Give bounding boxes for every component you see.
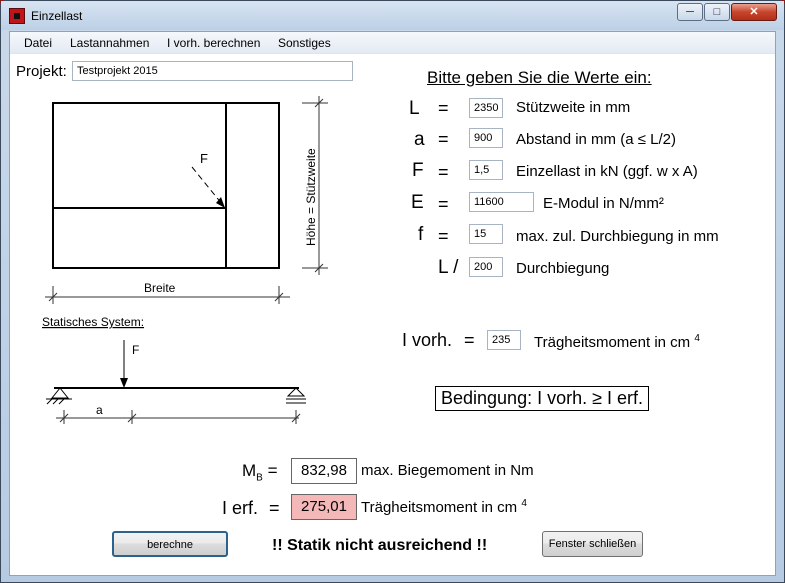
title-bar[interactable]: Einzellast ─ □ ✕ bbox=[1, 1, 784, 30]
equals-l: = bbox=[438, 98, 449, 118]
force-label: F bbox=[200, 151, 208, 166]
project-input[interactable]: Testprojekt 2015 bbox=[72, 61, 353, 81]
app-icon bbox=[9, 8, 25, 24]
ivorh-exponent: 4 bbox=[694, 333, 700, 344]
status-message: !! Statik nicht ausreichend !! bbox=[272, 537, 488, 554]
equals-f-small: = bbox=[438, 226, 449, 246]
mb-equals: = bbox=[267, 461, 278, 480]
close-button[interactable]: Fenster schließen bbox=[542, 531, 643, 557]
condition-box: Bedingung: I vorh. ≥ I erf. bbox=[435, 386, 649, 411]
force-dashed-line bbox=[191, 166, 223, 205]
mb-subscript: B bbox=[256, 472, 263, 484]
system-a-label: a bbox=[96, 403, 103, 417]
durchbiegung-max-input[interactable]: 15 bbox=[469, 224, 503, 244]
ierf-equals: = bbox=[269, 498, 280, 518]
mb-label: M bbox=[242, 461, 257, 480]
mb-label-wrap: MB = bbox=[242, 461, 278, 483]
ivorh-equals: = bbox=[464, 330, 475, 350]
maximize-button[interactable]: □ bbox=[704, 3, 730, 21]
equals-a: = bbox=[438, 129, 449, 149]
client-area: Datei Lastannahmen I vorh. berechnen Son… bbox=[9, 31, 776, 576]
close-window-button[interactable]: ✕ bbox=[731, 3, 777, 21]
ierf-exponent: 4 bbox=[521, 498, 527, 509]
system-force-label: F bbox=[132, 343, 139, 357]
ierf-desc: Trägheitsmoment in cm bbox=[361, 499, 518, 516]
ivorh-desc-wrap: Trägheitsmoment in cm 4 bbox=[534, 333, 700, 351]
input-heading: Bitte geben Sie die Werte ein: bbox=[427, 68, 652, 87]
symbol-f: F bbox=[412, 160, 424, 181]
width-label: Breite bbox=[144, 281, 176, 295]
mb-desc: max. Biegemoment in Nm bbox=[361, 462, 534, 479]
menu-ivorh-berechnen[interactable]: I vorh. berechnen bbox=[167, 36, 260, 50]
ivorh-label: I vorh. bbox=[402, 330, 453, 350]
system-title: Statisches System: bbox=[42, 315, 144, 329]
emodul-input[interactable]: 11600 bbox=[469, 192, 534, 212]
ierf-value: 275,01 bbox=[291, 494, 357, 520]
beam-diagram: F Breite Höhe = Stützweite Statisches Sy… bbox=[42, 96, 328, 424]
minimize-button[interactable]: ─ bbox=[677, 3, 703, 21]
section-outline bbox=[52, 102, 280, 269]
menu-sonstiges[interactable]: Sonstiges bbox=[278, 36, 331, 50]
symbol-l: L bbox=[409, 98, 420, 119]
app-window: Einzellast ─ □ ✕ Datei Lastannahmen I vo… bbox=[0, 0, 785, 583]
system-force-arrowhead bbox=[120, 378, 128, 388]
mb-value: 832,98 bbox=[291, 458, 357, 484]
menu-bar: Datei Lastannahmen I vorh. berechnen Son… bbox=[10, 32, 775, 54]
menu-lastannahmen[interactable]: Lastannahmen bbox=[70, 36, 149, 50]
height-label: Höhe = Stützweite bbox=[304, 148, 318, 246]
ivorh-desc: Trägheitsmoment in cm bbox=[534, 334, 691, 351]
stuetzweite-input[interactable]: 2350 bbox=[469, 98, 503, 118]
menu-datei[interactable]: Datei bbox=[24, 36, 52, 50]
durchbiegung-max-label: max. zul. Durchbiegung in mm bbox=[516, 228, 719, 245]
abstand-label: Abstand in mm (a ≤ L/2) bbox=[516, 131, 676, 148]
compute-button[interactable]: berechne bbox=[112, 531, 228, 557]
abstand-input[interactable]: 900 bbox=[469, 128, 503, 148]
symbol-e: E bbox=[411, 192, 424, 213]
project-label: Projekt: bbox=[16, 63, 67, 80]
ierf-label: I erf. bbox=[222, 498, 259, 518]
symbol-l-ratio: L / bbox=[438, 257, 459, 278]
durchbiegung-ratio-label: Durchbiegung bbox=[516, 260, 610, 277]
equals-f: = bbox=[438, 162, 449, 182]
equals-e: = bbox=[438, 194, 449, 214]
emodul-label: E-Modul in N/mm² bbox=[543, 195, 664, 212]
einzellast-input[interactable]: 1,5 bbox=[469, 160, 503, 180]
ierf-desc-wrap: Trägheitsmoment in cm 4 bbox=[361, 498, 527, 516]
window-title: Einzellast bbox=[31, 9, 83, 23]
stuetzweite-label: Stützweite in mm bbox=[516, 99, 631, 116]
symbol-f-small: f bbox=[418, 224, 424, 245]
durchbiegung-ratio-input[interactable]: 200 bbox=[469, 257, 503, 277]
einzellast-label: Einzellast in kN (ggf. w x A) bbox=[516, 163, 698, 180]
ivorh-input[interactable]: 235 bbox=[487, 330, 521, 350]
symbol-a: a bbox=[414, 129, 425, 150]
